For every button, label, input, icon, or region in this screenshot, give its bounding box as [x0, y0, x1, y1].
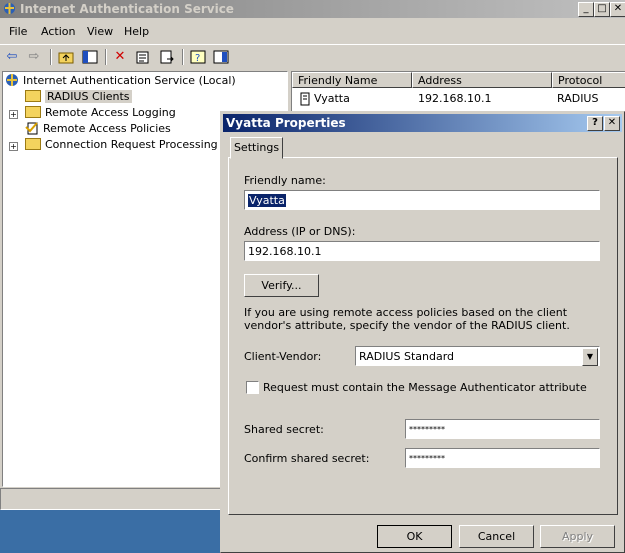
show-hide-tree-icon[interactable] [81, 48, 99, 65]
cancel-button-label: Cancel [477, 530, 516, 543]
properties-dialog: Vyatta Properties ? ✕ Settings Friendly … [220, 111, 625, 553]
svg-text:?: ? [195, 53, 200, 64]
policy-icon [25, 121, 39, 135]
back-icon[interactable]: ⇦ [3, 48, 21, 65]
properties-icon[interactable] [134, 48, 152, 65]
ias-node-icon [5, 73, 19, 87]
tree-item-radius-clients[interactable]: RADIUS Clients [25, 89, 132, 105]
forward-icon[interactable]: ⇨ [25, 48, 43, 65]
table-row[interactable]: Vyatta 192.168.10.1 RADIUS [292, 91, 625, 107]
expand-icon[interactable]: + [9, 142, 18, 151]
delete-icon[interactable]: ✕ [111, 48, 129, 65]
minimize-button[interactable]: _ [578, 2, 594, 17]
friendly-name-value: Vyatta [248, 194, 286, 207]
address-field[interactable]: 192.168.10.1 [244, 241, 600, 261]
settings-panel: Friendly name: Vyatta Address (IP or DNS… [228, 157, 618, 515]
folder-icon [25, 138, 41, 150]
tab-settings[interactable]: Settings [230, 137, 283, 159]
ok-button[interactable]: OK [377, 525, 452, 548]
main-title-bar[interactable]: Internet Authentication Service _ □ ✕ [0, 0, 625, 18]
tree-root-label: Internet Authentication Service (Local) [23, 74, 236, 87]
column-header-label: Friendly Name [298, 74, 378, 87]
dialog-help-button[interactable]: ? [587, 116, 603, 131]
message-authenticator-label: Request must contain the Message Authent… [263, 381, 587, 394]
menu-file[interactable]: File [9, 25, 27, 38]
tree-item-remote-access-logging[interactable]: Remote Access Logging [25, 105, 176, 121]
apply-button[interactable]: Apply [540, 525, 615, 548]
confirm-secret-field[interactable]: ********* [405, 448, 600, 468]
menu-bar: File Action View Help [0, 22, 625, 42]
client-vendor-select[interactable]: RADIUS Standard ▼ [355, 346, 600, 366]
chevron-down-icon[interactable]: ▼ [582, 348, 598, 366]
ias-app-icon [3, 2, 16, 15]
cell-friendly-name: Vyatta [314, 92, 350, 105]
tab-label: Settings [233, 141, 280, 154]
toolbar-separator [50, 49, 52, 65]
confirm-secret-value: ********* [409, 454, 445, 463]
apply-button-label: Apply [561, 530, 594, 543]
column-header-address[interactable]: Address [412, 72, 552, 88]
cancel-button[interactable]: Cancel [459, 525, 534, 548]
menu-help-label: Help [124, 25, 150, 38]
shared-secret-value: ********* [409, 425, 445, 434]
menu-view-label: View [87, 25, 114, 38]
column-header-friendly-name[interactable]: Friendly Name [292, 72, 412, 88]
verify-button[interactable]: Verify... [244, 274, 319, 297]
shared-secret-field[interactable]: ********* [405, 419, 600, 439]
verify-button-label: Verify... [261, 279, 302, 292]
main-window-title: Internet Authentication Service [20, 2, 234, 16]
toolbar-separator [182, 49, 184, 65]
column-header-protocol[interactable]: Protocol [552, 72, 625, 88]
client-icon [298, 92, 312, 111]
address-label: Address (IP or DNS): [244, 225, 356, 238]
menu-action[interactable]: Action [41, 25, 75, 38]
column-header-label: Address [418, 74, 462, 87]
tree-item-remote-access-policies[interactable]: Remote Access Policies [25, 121, 171, 137]
client-vendor-value: RADIUS Standard [359, 350, 455, 363]
shared-secret-label: Shared secret: [244, 423, 324, 436]
cell-protocol: RADIUS [557, 92, 599, 105]
dialog-close-button[interactable]: ✕ [604, 116, 620, 131]
toolbar: ⇦ ⇨ ✕ ? [0, 44, 625, 69]
expand-icon[interactable]: + [9, 110, 18, 119]
vendor-info-text: If you are using remote access policies … [244, 306, 570, 332]
toolbar-separator [105, 49, 107, 65]
help-icon[interactable]: ? [189, 48, 207, 65]
menu-action-label: Action [41, 25, 76, 38]
address-value: 192.168.10.1 [248, 245, 322, 258]
ok-button-label: OK [406, 530, 423, 543]
confirm-secret-label: Confirm shared secret: [244, 452, 370, 465]
tree-item-label: RADIUS Clients [45, 90, 132, 103]
message-authenticator-checkbox[interactable] [246, 381, 259, 394]
tree-item-connection-request-processing[interactable]: Connection Request Processing [25, 137, 218, 153]
folder-icon [25, 106, 41, 118]
export-list-icon[interactable] [158, 48, 176, 65]
client-vendor-label: Client-Vendor: [244, 350, 322, 363]
folder-icon [25, 90, 41, 102]
cell-address: 192.168.10.1 [418, 92, 492, 105]
friendly-name-field[interactable]: Vyatta [244, 190, 600, 210]
dialog-title-bar[interactable]: Vyatta Properties ? ✕ [223, 114, 622, 132]
column-header-label: Protocol [558, 74, 603, 87]
menu-file-label: File [9, 25, 28, 38]
friendly-name-label: Friendly name: [244, 174, 326, 187]
tree-item-label: Remote Access Logging [45, 106, 176, 119]
up-folder-icon[interactable] [57, 48, 75, 65]
tree-root[interactable]: Internet Authentication Service (Local) [5, 73, 236, 89]
close-button[interactable]: ✕ [610, 2, 625, 17]
dialog-title: Vyatta Properties [226, 116, 346, 130]
console-icon[interactable] [212, 48, 230, 65]
menu-view[interactable]: View [87, 25, 113, 38]
maximize-button[interactable]: □ [594, 2, 610, 17]
tree-item-label: Connection Request Processing [45, 138, 218, 151]
tree-item-label: Remote Access Policies [43, 122, 171, 135]
menu-help[interactable]: Help [124, 25, 149, 38]
